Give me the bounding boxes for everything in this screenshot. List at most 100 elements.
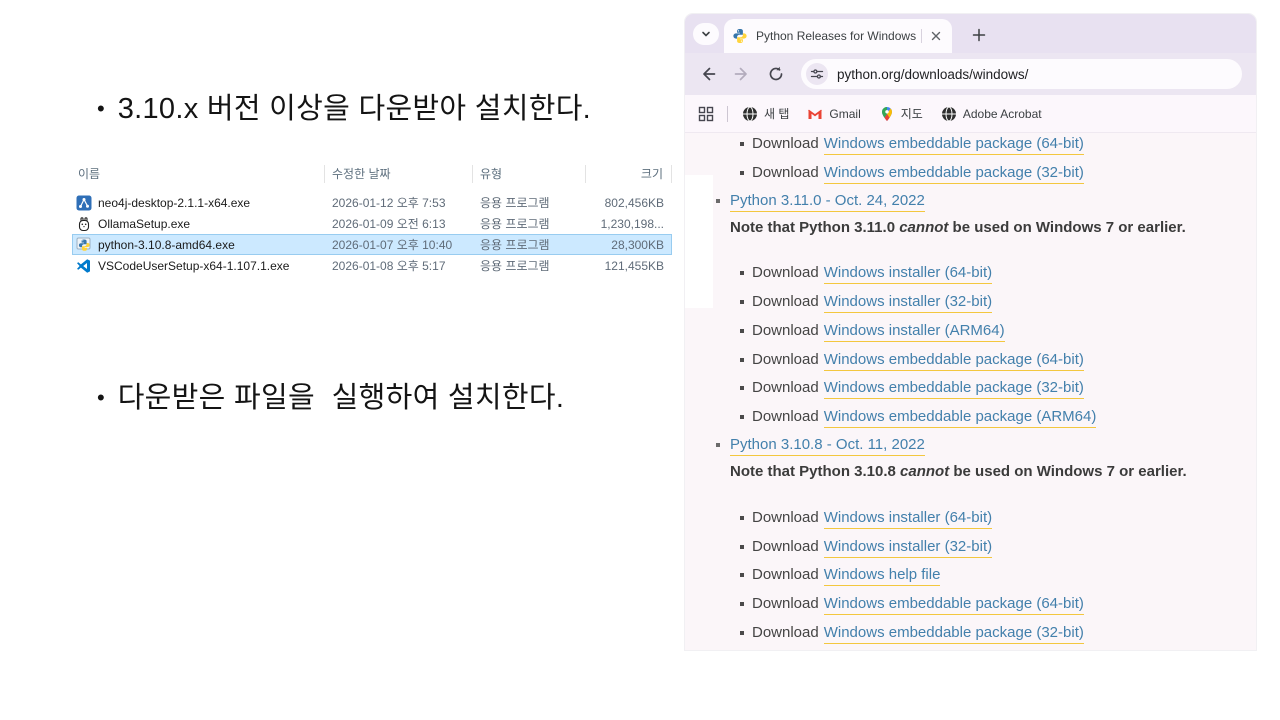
column-header-size[interactable]: 크기 <box>586 165 672 183</box>
content-left-white-patch <box>685 175 713 308</box>
file-rows: neo4j-desktop-2.1.1-x64.exe 2026-01-12 오… <box>72 192 672 276</box>
file-list-panel: 이름 수정한 날짜 유형 크기 neo4j-desktop-2.1.1-x64.… <box>72 163 672 276</box>
list-square-icon <box>740 516 744 520</box>
forward-button[interactable] <box>729 61 755 87</box>
file-type: 응용 프로그램 <box>473 257 586 274</box>
download-link[interactable]: Windows embeddable package (32-bit) <box>824 623 1084 644</box>
vscode-icon <box>76 258 92 274</box>
file-size: 121,455KB <box>586 259 672 273</box>
chevron-down-icon <box>700 28 712 40</box>
bookmark-adobe-acrobat[interactable]: Adobe Acrobat <box>941 106 1042 122</box>
release-line: Python 3.11.0 - Oct. 24, 2022 <box>716 191 925 212</box>
download-link[interactable]: Windows embeddable package (32-bit) <box>824 378 1084 399</box>
download-link[interactable]: Windows installer (ARM64) <box>824 321 1005 342</box>
address-bar[interactable]: python.org/downloads/windows/ <box>801 59 1242 89</box>
file-size: 1,230,198... <box>586 217 672 231</box>
table-row[interactable]: OllamaSetup.exe 2026-01-09 오전 6:13 응용 프로… <box>72 213 672 234</box>
download-line: DownloadWindows installer (ARM64) <box>740 321 1005 342</box>
table-row-selected[interactable]: python-3.10.8-amd64.exe 2026-01-07 오후 10… <box>72 234 672 255</box>
list-square-icon <box>740 573 744 577</box>
download-line: DownloadWindows installer (64-bit) <box>740 508 992 529</box>
release-link[interactable]: Python 3.10.8 - Oct. 11, 2022 <box>730 435 925 456</box>
bullet-dot: • <box>97 92 105 126</box>
close-icon <box>931 31 941 41</box>
browser-tab[interactable]: Python Releases for Windows <box>724 19 952 53</box>
back-button[interactable] <box>695 61 721 87</box>
forward-arrow-icon <box>733 65 751 83</box>
list-square-icon <box>740 142 744 146</box>
release-note: Note that Python 3.10.8 cannot be used o… <box>730 462 1187 481</box>
download-link[interactable]: Windows embeddable package (32-bit) <box>824 163 1084 184</box>
list-square-icon <box>740 386 744 390</box>
column-header-date[interactable]: 수정한 날짜 <box>325 165 473 183</box>
tab-search-button[interactable] <box>693 23 719 45</box>
list-square-icon <box>740 329 744 333</box>
browser-toolbar: python.org/downloads/windows/ <box>685 53 1256 95</box>
bookmarks-bar: 새 탭 Gmail 지도 Adobe Acrobat <box>685 95 1256 133</box>
browser-window: Python Releases for Windows python.org/d… <box>685 14 1256 650</box>
file-type: 응용 프로그램 <box>473 236 586 253</box>
download-line: DownloadWindows embeddable package (32-b… <box>740 623 1084 644</box>
bullet-line-1: • 3.10.x 버전 이상을 다운받아 설치한다. <box>97 92 591 126</box>
download-line: DownloadWindows embeddable package (32-b… <box>740 163 1084 184</box>
download-link[interactable]: Windows installer (32-bit) <box>824 537 992 558</box>
url-text: python.org/downloads/windows/ <box>837 67 1028 82</box>
reload-button[interactable] <box>763 61 789 87</box>
tab-title: Python Releases for Windows <box>756 29 917 43</box>
release-link[interactable]: Python 3.11.0 - Oct. 24, 2022 <box>730 191 925 212</box>
list-square-icon <box>740 271 744 275</box>
tab-strip: Python Releases for Windows <box>685 14 1256 53</box>
bookmark-label: 새 탭 <box>764 105 789 122</box>
bookmark-gmail[interactable]: Gmail <box>807 106 860 122</box>
plus-icon <box>972 28 986 42</box>
bullet-line-2: • 다운받은 파일을 실행하여 설치한다. <box>97 381 564 415</box>
table-row[interactable]: VSCodeUserSetup-x64-1.107.1.exe 2026-01-… <box>72 255 672 276</box>
download-line: DownloadWindows embeddable package (64-b… <box>740 134 1084 155</box>
file-name: VSCodeUserSetup-x64-1.107.1.exe <box>98 259 289 273</box>
download-line: DownloadWindows installer (32-bit) <box>740 292 992 313</box>
release-line: Python 3.10.8 - Oct. 11, 2022 <box>716 435 925 456</box>
download-link[interactable]: Windows embeddable package (64-bit) <box>824 594 1084 615</box>
download-link[interactable]: Windows embeddable package (ARM64) <box>824 407 1097 428</box>
download-link[interactable]: Windows installer (32-bit) <box>824 292 992 313</box>
file-size: 802,456KB <box>586 196 672 210</box>
list-square-icon <box>740 300 744 304</box>
bookmark-label: Adobe Acrobat <box>963 107 1042 121</box>
download-link[interactable]: Windows embeddable package (64-bit) <box>824 350 1084 371</box>
site-settings-button[interactable] <box>806 63 828 85</box>
tab-close-button[interactable] <box>928 28 944 44</box>
list-square-icon <box>740 631 744 635</box>
bookmark-new-tab[interactable]: 새 탭 <box>742 105 789 122</box>
list-square-icon <box>716 443 720 447</box>
bookmark-maps[interactable]: 지도 <box>879 105 923 122</box>
file-type: 응용 프로그램 <box>473 215 586 232</box>
file-date: 2026-01-12 오후 7:53 <box>325 194 473 211</box>
column-header-name[interactable]: 이름 <box>72 165 325 183</box>
apps-grid-icon[interactable] <box>697 105 715 123</box>
python-installer-icon <box>76 237 92 253</box>
bullet-dot: • <box>97 381 105 415</box>
globe-icon <box>941 106 957 122</box>
list-square-icon <box>716 199 720 203</box>
globe-icon <box>742 106 758 122</box>
list-square-icon <box>740 415 744 419</box>
column-header-type[interactable]: 유형 <box>473 165 586 183</box>
python-favicon <box>732 28 748 44</box>
download-link[interactable]: Windows installer (64-bit) <box>824 508 992 529</box>
release-note: Note that Python 3.11.0 cannot be used o… <box>730 218 1186 237</box>
download-link[interactable]: Windows installer (64-bit) <box>824 263 992 284</box>
page-content: DownloadWindows embeddable package (64-b… <box>685 133 1256 650</box>
bookmark-label: Gmail <box>829 107 860 121</box>
neo4j-icon <box>76 195 92 211</box>
file-type: 응용 프로그램 <box>473 194 586 211</box>
list-square-icon <box>740 171 744 175</box>
file-list-header: 이름 수정한 날짜 유형 크기 <box>72 163 672 185</box>
list-square-icon <box>740 358 744 362</box>
new-tab-button[interactable] <box>966 22 992 48</box>
download-link[interactable]: Windows help file <box>824 565 941 586</box>
bullet-text-1: 3.10.x 버전 이상을 다운받아 설치한다. <box>118 92 591 126</box>
list-square-icon <box>740 545 744 549</box>
list-square-icon <box>740 602 744 606</box>
table-row[interactable]: neo4j-desktop-2.1.1-x64.exe 2026-01-12 오… <box>72 192 672 213</box>
download-link[interactable]: Windows embeddable package (64-bit) <box>824 134 1084 155</box>
